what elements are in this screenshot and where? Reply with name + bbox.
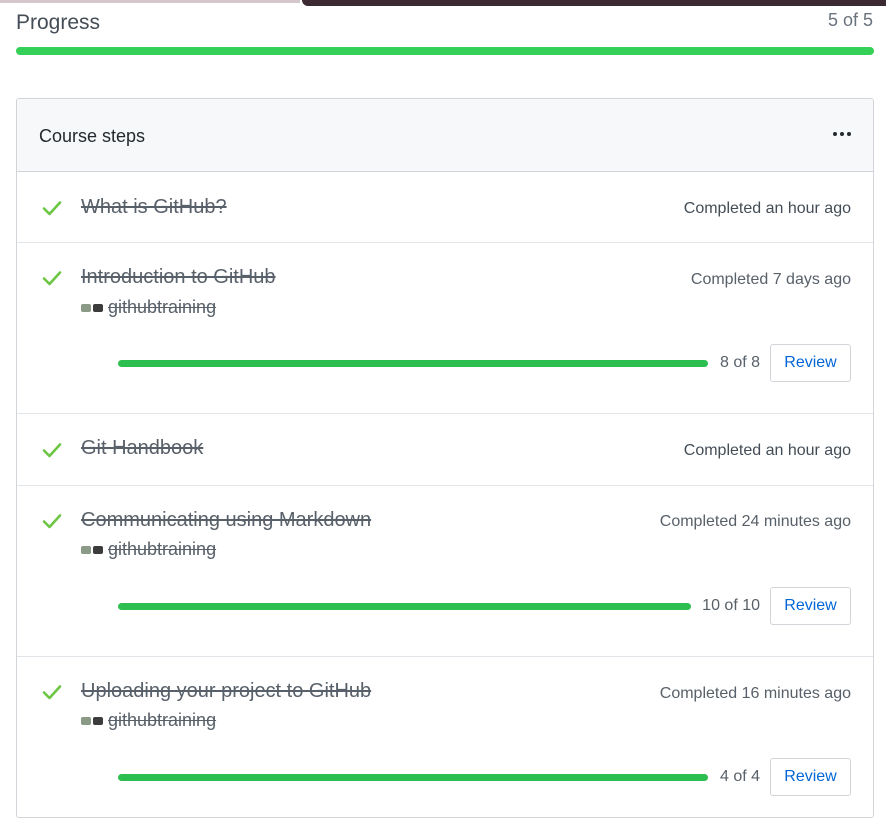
step-progress-bar [118, 603, 691, 610]
step-status: Completed 16 minutes ago [659, 685, 851, 702]
top-window-edge [0, 0, 886, 6]
step-status: Completed 7 days ago [690, 271, 851, 288]
kebab-horizontal-icon[interactable] [833, 132, 851, 136]
step-title-link[interactable]: Introduction to GitHub [81, 266, 276, 289]
step-progress-bar [118, 774, 708, 781]
course-steps-title: Course steps [39, 126, 146, 146]
top-edge-left [0, 0, 300, 3]
progress-header: Progress 5 of 5 [16, 8, 873, 38]
course-step: Git Handbook Completed an hour ago [17, 414, 873, 486]
check-icon [41, 267, 63, 289]
course-step: Introduction to GitHub Completed 7 days … [17, 243, 873, 414]
step-status: Completed an hour ago [683, 442, 851, 459]
overall-progress-bar [16, 47, 874, 55]
course-steps-header: Course steps [17, 99, 873, 172]
check-icon [41, 510, 63, 532]
owner-avatar [81, 303, 105, 313]
review-button[interactable]: Review [770, 758, 851, 796]
owner-avatar [81, 545, 105, 555]
review-button[interactable]: Review [770, 587, 851, 625]
step-progress-bar [118, 360, 708, 367]
progress-title: Progress [16, 11, 101, 34]
course-owner-link[interactable]: githubtraining [81, 539, 216, 560]
step-title-link[interactable]: What is GitHub? [81, 196, 227, 219]
course-step: Uploading your project to GitHub Complet… [17, 657, 873, 817]
step-progress-count: 8 of 8 [719, 354, 760, 371]
check-icon [41, 439, 63, 461]
course-owner-link[interactable]: githubtraining [81, 297, 216, 318]
course-step: Communicating using Markdown Completed 2… [17, 486, 873, 657]
step-title-link[interactable]: Uploading your project to GitHub [81, 680, 371, 703]
step-progress-count: 10 of 10 [702, 597, 760, 614]
step-status: Completed 24 minutes ago [659, 513, 851, 530]
owner-name: githubtraining [108, 539, 217, 559]
review-button[interactable]: Review [770, 344, 851, 382]
step-title-link[interactable]: Communicating using Markdown [81, 509, 371, 532]
step-title-link[interactable]: Git Handbook [81, 437, 203, 460]
course-steps-panel: Course steps What is GitHub? Completed a… [16, 98, 874, 818]
owner-name: githubtraining [108, 297, 217, 317]
top-edge-right [302, 0, 886, 6]
step-status: Completed an hour ago [683, 200, 851, 217]
step-progress-count: 4 of 4 [719, 768, 760, 785]
progress-count: 5 of 5 [827, 10, 873, 30]
course-owner-link[interactable]: githubtraining [81, 710, 216, 731]
owner-avatar [81, 716, 105, 726]
check-icon [41, 197, 63, 219]
check-icon [41, 681, 63, 703]
course-step: What is GitHub? Completed an hour ago [17, 172, 873, 243]
owner-name: githubtraining [108, 710, 217, 730]
